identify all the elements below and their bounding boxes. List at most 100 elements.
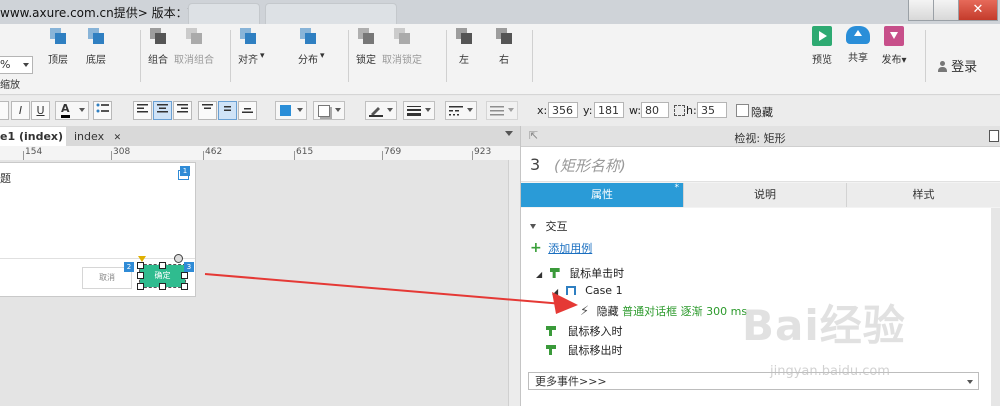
italic-button[interactable]: I	[11, 101, 30, 120]
align-left-button[interactable]	[133, 101, 152, 120]
tab-label: 样式	[912, 188, 935, 201]
chevron-down-icon	[967, 380, 973, 384]
login-button[interactable]: 登录	[938, 56, 977, 75]
tab-properties[interactable]: 属性 *	[521, 183, 684, 207]
close-window-button[interactable]: ✕	[958, 0, 998, 21]
add-case-link[interactable]: + 添加用例	[530, 240, 592, 256]
document-icon[interactable]	[989, 130, 999, 142]
hidden-label: 隐藏	[751, 106, 773, 119]
shape-name-input[interactable]: (矩形名称)	[554, 155, 626, 176]
toolbar-right-panel-button[interactable]: 右	[482, 26, 526, 66]
align-center-icon	[157, 104, 168, 113]
line-style-select[interactable]	[445, 101, 477, 120]
w-input[interactable]: 80	[641, 102, 669, 118]
event-mouse-leave[interactable]: 鼠标移出时	[546, 342, 623, 358]
zoom-select[interactable]: %	[0, 56, 33, 74]
valign-top-icon	[202, 104, 213, 109]
minimize-button[interactable]	[908, 0, 934, 21]
resize-handle[interactable]	[137, 272, 144, 279]
toolbar-ungroup-button[interactable]: 取消组合	[172, 26, 216, 66]
user-icon	[938, 61, 947, 72]
underline-button[interactable]: U	[31, 101, 50, 120]
h-input[interactable]: 35	[697, 102, 727, 118]
resize-handle[interactable]	[181, 272, 188, 279]
case-item[interactable]: ◢ Case 1	[552, 284, 623, 297]
toolbar-separator	[140, 30, 141, 82]
line-width-select[interactable]	[403, 101, 435, 120]
tab-label: 属性	[591, 188, 613, 201]
toolbar-label: 取消锁定	[382, 55, 422, 66]
align-right-button[interactable]	[173, 101, 192, 120]
case-label: Case 1	[585, 284, 623, 297]
resize-handle[interactable]	[159, 283, 166, 290]
event-label: 鼠标移入时	[567, 325, 623, 338]
tab-index[interactable]: index ✕	[70, 127, 124, 146]
valign-bottom-icon	[242, 108, 253, 113]
browser-tab-ghost[interactable]	[188, 3, 260, 25]
toolbar-separator	[532, 30, 533, 82]
align-center-button[interactable]	[153, 101, 172, 120]
chevron-down-icon	[297, 108, 303, 112]
panel-scrollbar[interactable]	[991, 208, 1000, 406]
tab-style[interactable]: 样式	[847, 183, 1000, 207]
ungroup-icon	[184, 26, 204, 46]
event-mouse-enter[interactable]: 鼠标移入时	[546, 323, 623, 339]
event-label: 鼠标单击时	[569, 267, 625, 280]
publish-button[interactable]: 发布▾	[872, 26, 916, 66]
fill-color-select[interactable]	[275, 101, 307, 120]
lightning-icon: ⚡	[580, 304, 590, 319]
valign-middle-icon	[224, 106, 231, 111]
toolbar-unlock-button[interactable]: 取消锁定	[380, 26, 424, 66]
bullet-list-button[interactable]	[93, 101, 112, 120]
tab-index-page[interactable]: e1 (index) ✕	[0, 127, 66, 162]
expand-triangle-icon: ◢	[552, 287, 559, 296]
line-color-select[interactable]	[365, 101, 397, 120]
toolbar-label: 右	[499, 55, 509, 66]
chevron-down-icon: ▾	[320, 51, 325, 61]
font-color-select[interactable]: A	[55, 101, 89, 120]
more-events-label: 更多事件>>>	[535, 375, 607, 388]
align-right-icon	[177, 104, 188, 113]
lock-icon	[356, 26, 376, 46]
tab-label: e1 (index)	[0, 130, 64, 143]
maximize-button[interactable]	[933, 0, 959, 21]
shadow-select[interactable]	[313, 101, 345, 120]
hidden-checkbox[interactable]	[736, 104, 749, 117]
toolbar-align-button[interactable]: 对齐 ▾	[226, 26, 270, 66]
resize-handle[interactable]	[181, 283, 188, 290]
bold-button[interactable]	[0, 101, 9, 120]
interactions-section[interactable]: 交互	[530, 218, 568, 234]
tab-notes[interactable]: 说明	[684, 183, 847, 207]
browser-tab-ghost[interactable]	[265, 3, 397, 25]
bring-to-front-icon	[48, 26, 68, 46]
arrow-style-select[interactable]	[486, 101, 518, 120]
toolbar-send-to-back-button[interactable]: 底层	[74, 26, 118, 66]
toolbar-left-panel-button[interactable]: 左	[442, 26, 486, 66]
more-events-select[interactable]: 更多事件>>>	[528, 372, 979, 390]
toolbar-label: 左	[459, 55, 469, 66]
modified-star: *	[674, 183, 680, 193]
close-icon[interactable]: ✕	[114, 133, 122, 143]
distribute-icon	[298, 26, 318, 46]
resize-handle[interactable]	[137, 262, 144, 269]
add-case-label: 添加用例	[548, 242, 593, 255]
resize-handle[interactable]	[159, 262, 166, 269]
event-on-click[interactable]: ◢ 鼠标单击时	[536, 265, 624, 281]
x-input[interactable]: 356	[548, 102, 578, 118]
resize-handle[interactable]	[137, 283, 144, 290]
ruler-tick	[382, 151, 383, 160]
ruler-number: 462	[205, 147, 223, 157]
valign-middle-button[interactable]	[218, 101, 237, 120]
chevron-down-icon[interactable]	[505, 131, 513, 136]
valign-bottom-button[interactable]	[238, 101, 257, 120]
lock-ratio-icon[interactable]	[674, 105, 685, 116]
publish-label: 发布	[881, 55, 902, 66]
valign-top-button[interactable]	[198, 101, 217, 120]
tab-label: 说明	[754, 188, 776, 201]
rotate-handle[interactable]	[174, 254, 183, 263]
collapse-arrow-icon[interactable]: ⇱	[529, 129, 538, 142]
action-item[interactable]: ⚡ 隐藏 普通对话框 逐渐 300 ms	[580, 303, 747, 319]
left-panel-icon	[454, 26, 474, 46]
y-input[interactable]: 181	[594, 102, 624, 118]
toolbar-distribute-button[interactable]: 分布 ▾	[286, 26, 330, 66]
